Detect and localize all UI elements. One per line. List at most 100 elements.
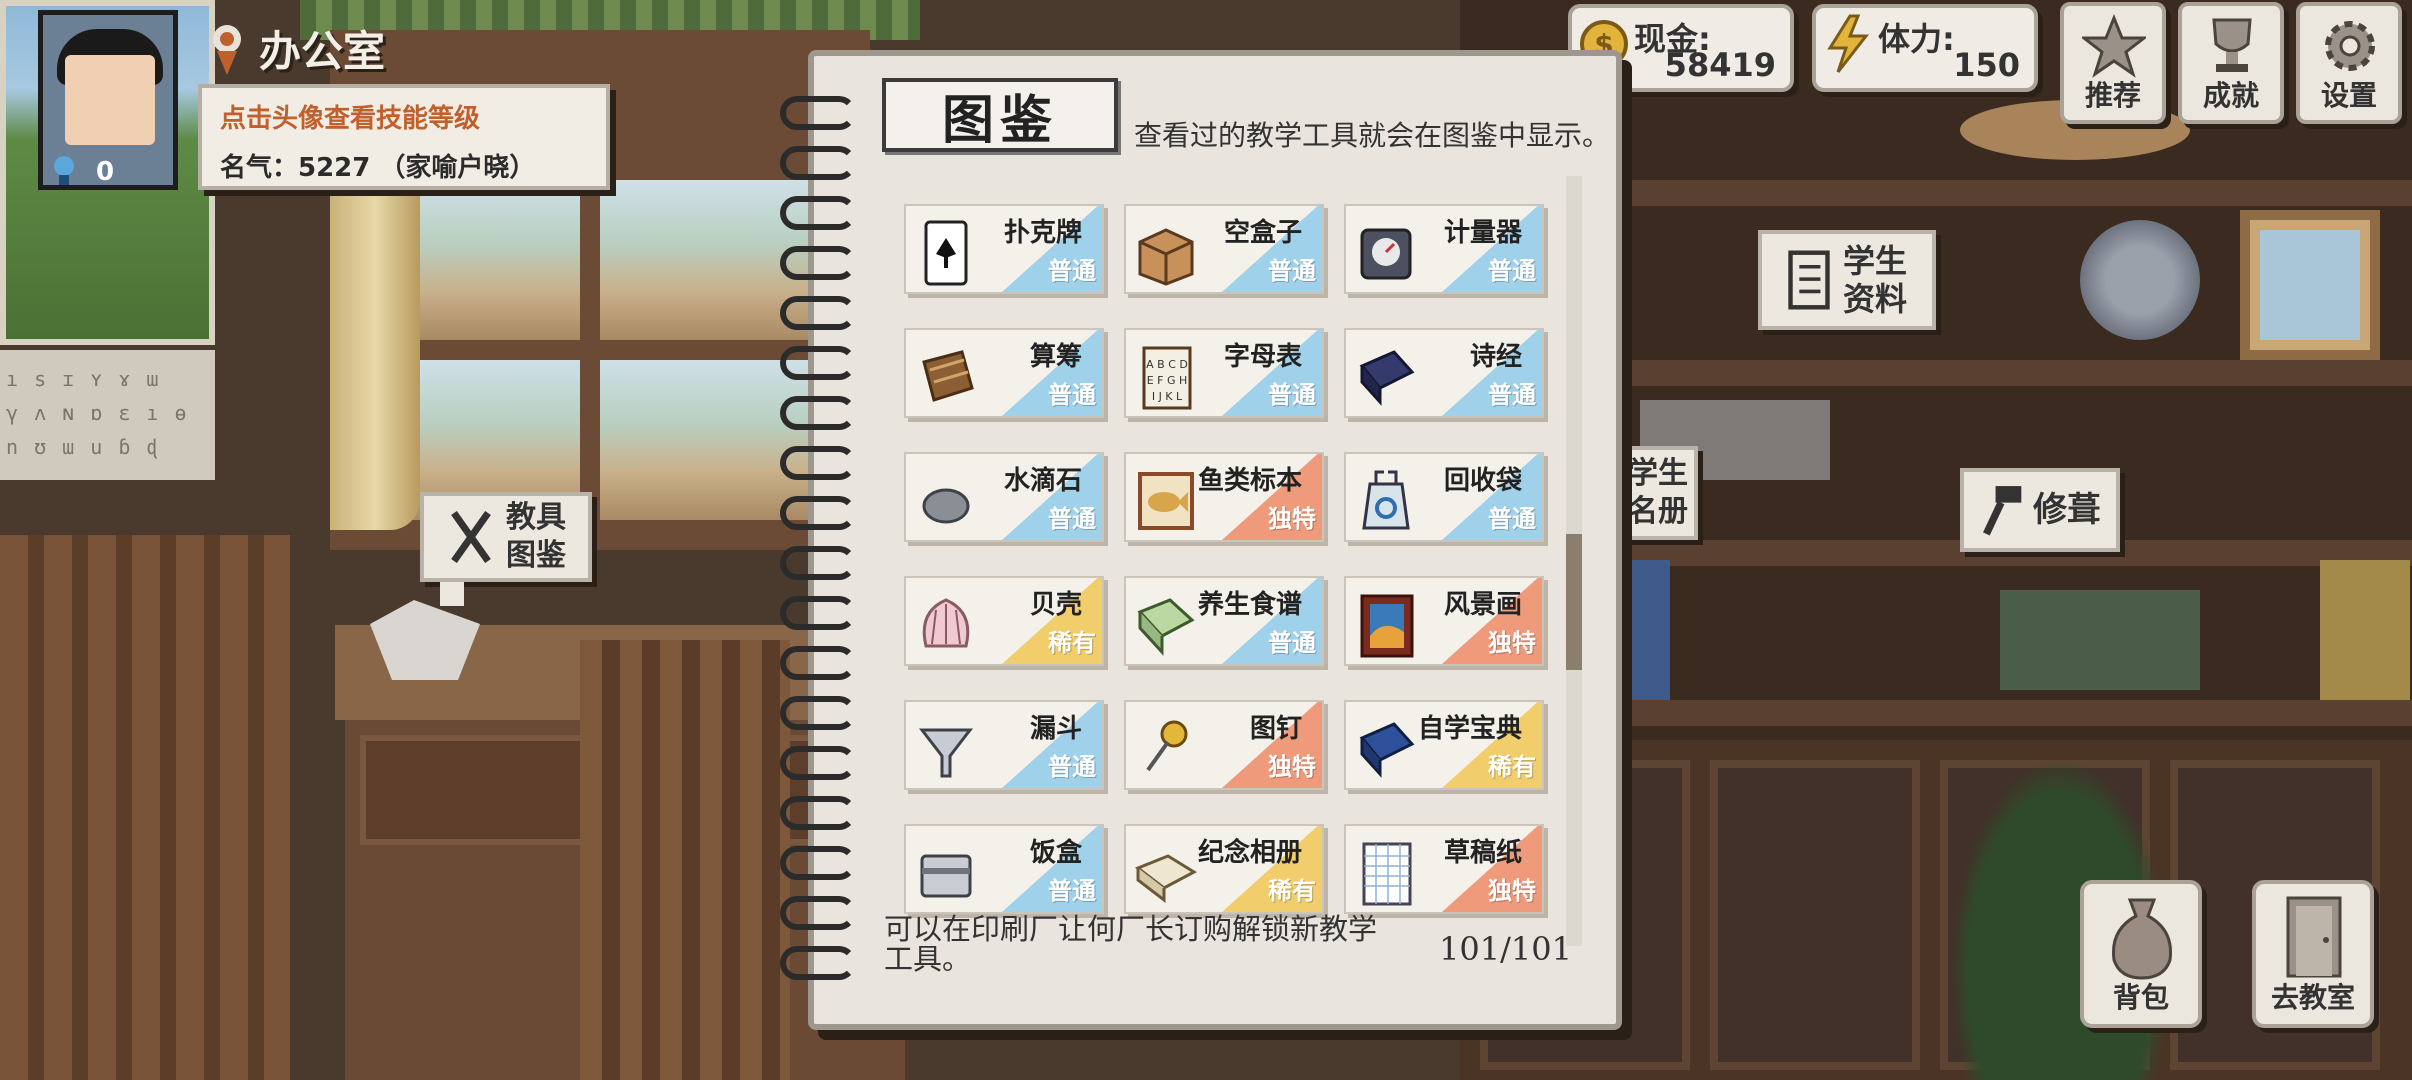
alphabet-poster: ı s ɪ ʏ ɤ ɯ γ ʌ ɴ ɒ ɛ ı ɵ n ʊ ɯ u ɓ ɖ <box>0 350 215 480</box>
recommend-button[interactable]: 推荐 <box>2060 2 2166 124</box>
pushpin-icon <box>1146 720 1188 772</box>
tool-grid[interactable]: 扑克牌 普通 空盒子 普通 计量器 普通 算筹 普通 A B C DE F G HI J K L… <box>904 196 1554 936</box>
tool-rarity: 普通 <box>1048 753 1096 781</box>
recipe-book-icon <box>1137 598 1195 656</box>
lunchbox-icon <box>920 854 972 898</box>
tool-card[interactable]: 算筹 普通 <box>904 328 1104 418</box>
bubble-tail <box>440 582 464 606</box>
book-icon <box>1359 350 1415 406</box>
student-roster-label: 学生 名册 <box>1628 456 1688 529</box>
book-stack <box>2000 590 2200 690</box>
collection-count: 101/101 <box>1439 930 1572 968</box>
tool-card[interactable]: 水滴石 普通 <box>904 452 1104 542</box>
notebook-ring <box>780 946 856 980</box>
notebook-ring <box>780 596 856 630</box>
tool-name: 空盒子 <box>1223 218 1302 248</box>
left-shelf <box>0 535 290 1080</box>
tool-name: 养生食谱 <box>1197 590 1302 620</box>
stamina-display: 体力: 150 <box>1812 4 2038 92</box>
curtain <box>330 150 420 530</box>
notebook-ring <box>780 346 856 380</box>
tool-card[interactable]: 空盒子普通 <box>1124 204 1324 294</box>
tool-rarity: 稀有 <box>1268 877 1316 905</box>
notebook-ring <box>780 546 856 580</box>
repair-bubble[interactable]: 修葺 <box>1960 468 2120 552</box>
tool-name: 图钉 <box>1249 714 1302 744</box>
photo-frame <box>2240 210 2380 360</box>
tool-name: 自学宝典 <box>1417 714 1522 744</box>
tool-rarity: 普通 <box>1048 381 1096 409</box>
settings-label: 设置 <box>2320 79 2377 112</box>
door-icon <box>2286 896 2342 978</box>
book <box>2320 560 2410 700</box>
stamina-label: 体力: <box>1878 20 1955 58</box>
chair <box>580 640 790 1080</box>
bag-button[interactable]: 背包 <box>2080 880 2202 1028</box>
tools-icon <box>451 510 491 564</box>
tool-card[interactable]: 贝壳 稀有 <box>904 576 1104 666</box>
money-value: 58419 <box>1664 46 1776 84</box>
tool-encyclopedia-notebook: 图鉴 查看过的教学工具就会在图鉴中显示。 扑克牌 普通 空盒子 普通 计量器 普通 算筹 普通… <box>780 50 1622 1030</box>
scale-icon <box>1360 228 1412 280</box>
tool-card[interactable]: 草稿纸 独特 <box>1344 824 1544 914</box>
bag-icon <box>2111 898 2173 980</box>
scrollbar-thumb[interactable] <box>1566 534 1582 670</box>
toolbook-label: 教具 图鉴 <box>506 500 566 573</box>
wall-clock <box>2080 220 2200 340</box>
tool-rarity: 普通 <box>1268 381 1316 409</box>
tool-card[interactable]: 回收袋 普通 <box>1344 452 1544 542</box>
star-icon <box>2082 14 2146 78</box>
tool-card[interactable]: 计量器 普通 <box>1344 204 1544 294</box>
tool-card[interactable]: 纪念相册 稀有 <box>1124 824 1324 914</box>
toolbook-bubble[interactable]: 教具 图鉴 <box>420 492 592 582</box>
location-label: 办公室 <box>205 18 385 79</box>
go-classroom-button[interactable]: 去教室 <box>2252 880 2374 1028</box>
tool-card[interactable]: 自学宝典 稀有 <box>1344 700 1544 790</box>
skill-level-badge: 0 <box>52 154 162 190</box>
tool-rarity: 普通 <box>1048 505 1096 533</box>
achievement-button[interactable]: 成就 <box>2178 2 2284 124</box>
tool-rarity: 普通 <box>1048 257 1096 285</box>
avatar-level: 0 <box>96 157 115 187</box>
notebook-ring <box>780 746 856 780</box>
avatar-face <box>65 55 155 145</box>
gear-icon <box>2325 21 2375 71</box>
album-icon <box>1134 854 1198 904</box>
tool-card[interactable]: 鱼类标本 独特 <box>1124 452 1324 542</box>
shell-icon <box>922 598 970 648</box>
tool-rarity: 独特 <box>1488 629 1536 657</box>
notepad-icon <box>1362 842 1412 906</box>
trophy-icon <box>2212 18 2252 72</box>
recycle-bag-icon <box>1362 470 1410 530</box>
tool-card[interactable]: A B C D E F G H I J K L 字母表 普通 <box>1124 328 1324 418</box>
lightning-icon <box>1827 14 1870 73</box>
tool-name: 字母表 <box>1223 342 1302 372</box>
tool-rarity: 独特 <box>1268 505 1316 533</box>
hammer-icon <box>1983 486 2022 536</box>
fame-text: 名气：5227 （家喻户晓） <box>220 153 536 183</box>
tool-rarity: 普通 <box>1488 381 1536 409</box>
player-info-card[interactable]: 点击头像查看技能等级 名气：5227 （家喻户晓） <box>198 84 610 190</box>
tool-rarity: 普通 <box>1268 257 1316 285</box>
tool-card[interactable]: 风景画 独特 <box>1344 576 1544 666</box>
tool-card[interactable]: 饭盒 普通 <box>904 824 1104 914</box>
tool-rarity: 普通 <box>1268 629 1316 657</box>
tool-card[interactable]: 养生食谱普通 <box>1124 576 1324 666</box>
box-icon <box>1138 228 1194 286</box>
tool-card[interactable]: 扑克牌 普通 <box>904 204 1104 294</box>
recommend-label: 推荐 <box>2084 79 2141 112</box>
notebook-ring <box>780 896 856 930</box>
notebook-ring <box>780 446 856 480</box>
bag-label: 背包 <box>2112 981 2169 1014</box>
settings-button[interactable]: 设置 <box>2296 2 2402 124</box>
blue-book-icon <box>1359 722 1415 778</box>
student-roster-bubble[interactable]: 学生 名册 <box>1620 446 1698 540</box>
tool-name: 贝壳 <box>1029 590 1082 620</box>
tool-name: 草稿纸 <box>1443 838 1522 868</box>
stamina-value: 150 <box>1953 46 2020 84</box>
tool-name: 饭盒 <box>1029 838 1082 868</box>
student-info-bubble[interactable]: 学生 资料 <box>1758 230 1936 330</box>
tool-card[interactable]: 诗经 普通 <box>1344 328 1544 418</box>
tool-card[interactable]: 图钉 独特 <box>1124 700 1324 790</box>
tool-card[interactable]: 漏斗 普通 <box>904 700 1104 790</box>
